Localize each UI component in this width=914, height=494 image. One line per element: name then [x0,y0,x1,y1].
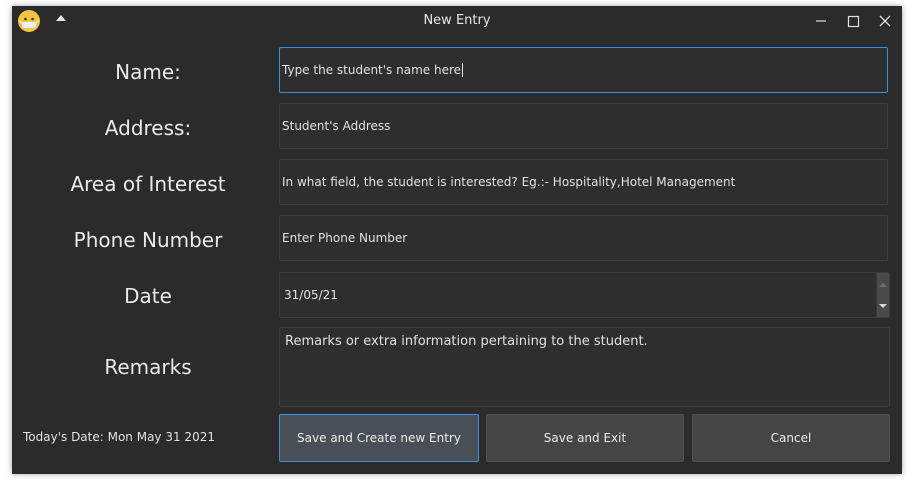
phone-input[interactable]: Enter Phone Number [279,215,888,261]
interest-input-placeholder: In what field, the student is interested… [282,175,736,189]
address-input[interactable]: Student's Address [279,103,888,149]
interest-input[interactable]: In what field, the student is interested… [279,159,888,205]
today-date-label: Today's Date: Mon May 31 2021 [23,430,215,444]
save-new-entry-button[interactable]: Save and Create new Entry [279,414,479,462]
name-label: Name: [115,60,181,84]
date-input-value: 31/05/21 [284,288,338,302]
address-label: Address: [104,116,192,140]
text-caret [462,63,464,77]
close-icon[interactable] [876,12,896,30]
maximize-icon[interactable] [844,12,864,30]
spin-up-icon[interactable] [879,283,887,287]
phone-input-placeholder: Enter Phone Number [282,231,408,245]
save-exit-button[interactable]: Save and Exit [486,414,684,462]
date-label: Date [124,284,172,308]
name-input-text: Type the student's name here [282,63,462,77]
cancel-button[interactable]: Cancel [692,414,890,462]
spin-down-icon[interactable] [879,304,887,308]
date-spinner[interactable] [876,273,889,317]
name-input[interactable]: Type the student's name here [279,47,888,93]
minimize-icon[interactable] [812,12,832,30]
remarks-text: Remarks or extra information pertaining … [285,334,648,349]
phone-label: Phone Number [73,228,223,252]
remarks-textarea[interactable]: Remarks or extra information pertaining … [279,327,890,407]
interest-label: Area of Interest [70,172,226,196]
remarks-label: Remarks [104,355,192,379]
date-input[interactable]: 31/05/21 [279,272,890,318]
address-input-placeholder: Student's Address [282,119,391,133]
window-title: New Entry [423,13,491,28]
new-entry-window: New Entry Name: Type the student's name … [12,6,902,474]
title-bar: New Entry [12,6,902,36]
